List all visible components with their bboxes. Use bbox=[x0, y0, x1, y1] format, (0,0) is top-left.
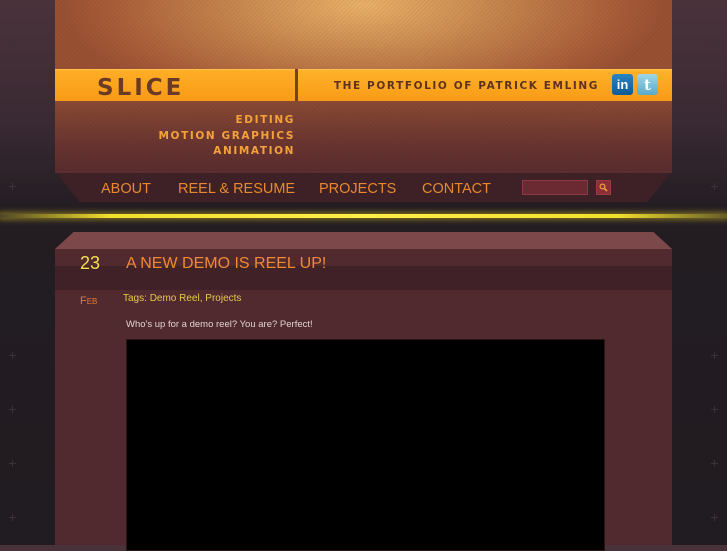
nav-divider bbox=[55, 171, 672, 173]
tag-link[interactable]: Demo Reel bbox=[150, 293, 200, 304]
post-date-day: 23 bbox=[80, 253, 101, 273]
page-wrapper: SLICE SCREEN THE PORTFOLIO OF PATRICK EM… bbox=[55, 0, 672, 551]
search-icon bbox=[599, 183, 608, 192]
background-cross-icon bbox=[9, 406, 16, 413]
nav-about[interactable]: ABOUT bbox=[101, 181, 151, 197]
background-cross-icon bbox=[711, 460, 718, 467]
service-editing: EDITING bbox=[235, 114, 295, 126]
post-excerpt: Who's up for a demo reel? You are? Perfe… bbox=[126, 319, 313, 330]
video-player[interactable] bbox=[126, 339, 605, 551]
nav-reel-resume[interactable]: REEL & RESUME bbox=[178, 181, 295, 197]
post-title[interactable]: A NEW DEMO IS REEL UP! bbox=[126, 255, 326, 273]
twitter-label: t bbox=[644, 75, 651, 94]
logo-panel: SLICE SCREEN bbox=[55, 69, 295, 127]
header-banner bbox=[55, 0, 672, 69]
main-nav: ABOUT REEL & RESUME PROJECTS CONTACT bbox=[55, 171, 672, 202]
service-motion-graphics: MOTION GRAPHICS bbox=[158, 129, 295, 142]
service-animation: ANIMATION bbox=[213, 145, 295, 157]
post-tags: Tags: Demo Reel, Projects bbox=[123, 293, 242, 304]
post-date-month: Feb bbox=[80, 295, 98, 307]
nav-contact[interactable]: CONTACT bbox=[422, 181, 491, 197]
services-list: EDITING MOTION GRAPHICS ANIMATION bbox=[159, 113, 296, 160]
background-cross-icon bbox=[711, 37, 718, 44]
background-cross-icon bbox=[9, 352, 16, 359]
background-cross-icon bbox=[711, 406, 718, 413]
search-button[interactable] bbox=[596, 180, 611, 195]
background-cross-icon bbox=[9, 514, 16, 521]
content-bevel bbox=[55, 232, 672, 249]
background-cross-icon bbox=[9, 460, 16, 467]
linkedin-icon[interactable]: in bbox=[612, 74, 633, 95]
nav-projects[interactable]: PROJECTS bbox=[319, 181, 396, 197]
brand-bar: SLICE SCREEN THE PORTFOLIO OF PATRICK EM… bbox=[55, 69, 672, 127]
twitter-icon[interactable]: t bbox=[637, 74, 658, 95]
tagline-panel: THE PORTFOLIO OF PATRICK EMLING in t bbox=[298, 69, 672, 102]
background-cross-icon bbox=[9, 183, 16, 190]
linkedin-label: in bbox=[616, 77, 629, 92]
glow-divider bbox=[0, 214, 727, 218]
site-tagline: THE PORTFOLIO OF PATRICK EMLING bbox=[333, 80, 599, 92]
tag-link[interactable]: Projects bbox=[205, 293, 241, 304]
content-area: 23 A NEW DEMO IS REEL UP! Feb Tags: Demo… bbox=[55, 249, 672, 551]
background-cross-icon bbox=[711, 352, 718, 359]
tags-label: Tags: bbox=[123, 293, 147, 304]
background-cross-icon bbox=[711, 514, 718, 521]
background-cross-icon bbox=[9, 37, 16, 44]
background-cross-icon bbox=[711, 183, 718, 190]
services-panel: EDITING MOTION GRAPHICS ANIMATION bbox=[55, 101, 672, 171]
search-input[interactable] bbox=[522, 180, 588, 195]
